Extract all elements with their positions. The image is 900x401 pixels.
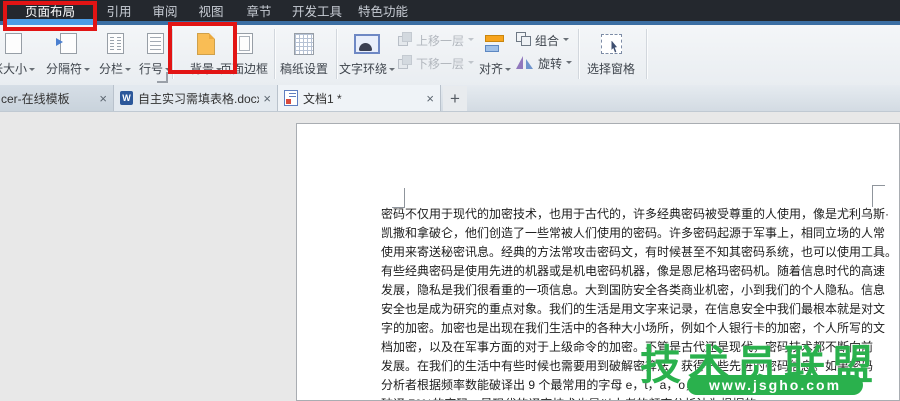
text-line: 发展，隐私是我们很看重的一项信息。大到国防安全各类商业机密，小到我们的个人隐私。… [381,281,900,300]
columns-label: 分栏 [99,60,123,77]
chevron-down-icon [563,38,569,44]
text-wrap-button[interactable]: 文字环绕 [338,28,396,82]
text-line: 安全也是成为研究的重点对象。我们的生活是用文字来记录，在信息安全中我们最根本就是… [381,300,900,319]
ribbon-tab-section[interactable]: 章节 [238,0,280,21]
selection-pane-button[interactable]: 选择窗格 [582,28,640,82]
watermark-url-badge: www.jsgho.com [687,375,863,395]
chevron-down-icon [84,68,90,74]
group-divider [274,29,275,79]
chevron-down-icon [389,68,395,74]
chevron-down-icon [505,68,511,74]
margin-crop-mark-right [872,185,885,207]
doc-tab-document1[interactable]: 文档1 * × [278,85,441,111]
paper-size-button[interactable]: 张大小 [0,28,42,82]
rotate-button[interactable]: 旋转 [516,53,572,70]
ribbon-tab-view[interactable]: 视图 [190,0,232,21]
rotate-icon [516,55,534,69]
chevron-down-icon [29,68,35,74]
ribbon-tab-review[interactable]: 审阅 [144,0,186,21]
text-line: 凯撒和拿破仑，他们创造了一些常被人们使用的密码。许多密码起源于军事上，相同立场的… [381,224,900,243]
rotate-label: 旋转 [538,55,562,72]
close-icon[interactable]: × [426,92,434,105]
group-button[interactable]: 组合 [516,30,569,47]
word-document-icon: W [120,91,133,105]
line-numbers-icon [147,33,164,54]
selection-pane-label: 选择窗格 [587,60,635,77]
group-label: 组合 [535,32,559,49]
annotation-box-background-button [168,22,237,74]
paper-size-label: 张大小 [0,60,27,77]
chevron-down-icon [125,68,131,74]
paper-size-icon [5,33,22,54]
text-wrap-picture-icon [354,34,380,54]
group-divider [646,29,647,79]
send-backward-button: 下移一层 [398,53,474,70]
manuscript-setup-button[interactable]: 稿纸设置 [276,28,332,82]
manuscript-setup-label: 稿纸设置 [280,60,328,77]
doc-tab-label: 自主实习需填表格.docx [138,90,259,107]
wps-document-icon [284,90,298,106]
bring-forward-icon [398,32,412,46]
align-icon [485,35,505,52]
selection-pane-icon [601,34,622,54]
breaks-label: 分隔符 [46,60,82,77]
doc-tab-online-template[interactable]: cer-在线模板 × [0,85,114,111]
breaks-icon [60,33,77,54]
manuscript-grid-icon [294,33,314,55]
ribbon-tab-developer[interactable]: 开发工具 [286,0,348,21]
text-line: 密码不仅用于现代的加密技术，也用于古代的，许多经典密码被受尊重的人使用，像是尤利… [381,205,900,224]
doc-tab-internship-form[interactable]: W 自主实习需填表格.docx × [114,85,278,111]
send-backward-label: 下移一层 [416,55,464,72]
doc-tab-label: cer-在线模板 [1,90,95,107]
page-border-icon [236,33,253,54]
align-label: 对齐 [479,60,503,77]
columns-button[interactable]: 分栏 [94,28,136,82]
bring-forward-label: 上移一层 [416,32,464,49]
close-icon[interactable]: × [99,92,107,105]
new-tab-button[interactable]: + [443,86,467,111]
ribbon-tab-references[interactable]: 引用 [98,0,140,21]
text-line: 破译 70%的密码，最现代的译密技术也是以古老的频率分析法为根据的。 [381,395,900,401]
annotation-box-page-layout-tab [3,1,97,31]
breaks-button[interactable]: 分隔符 [40,28,96,82]
text-line: 使用来寄送秘密讯息。经典的方法常攻击密码文，有时候甚至不知其密码系统，也可以使用… [381,243,900,262]
group-divider [578,29,579,79]
doc-tab-label: 文档1 * [303,90,422,107]
text-line: 有些经典密码是使用先进的机器或是机电密码机器，像是恩尼格玛密码机。随着信息时代的… [381,262,900,281]
close-icon[interactable]: × [263,92,271,105]
send-backward-icon [398,55,412,69]
text-wrap-label: 文字环绕 [339,60,387,77]
align-button[interactable]: 对齐 [474,28,516,82]
columns-icon [107,33,124,54]
document-tab-strip: cer-在线模板 × W 自主实习需填表格.docx × 文档1 * × + [0,85,900,112]
chevron-down-icon [566,61,572,67]
group-shapes-icon [516,32,531,46]
ribbon-tab-special-features[interactable]: 特色功能 [352,0,414,21]
group-divider [336,29,337,79]
ribbon-toolbar: 张大小 分隔符 分栏 行号 背景 页面边框 稿纸设置 文字环绕 上移一层 [0,25,900,86]
dialog-launcher-icon[interactable] [157,72,168,83]
bring-forward-button: 上移一层 [398,30,474,47]
